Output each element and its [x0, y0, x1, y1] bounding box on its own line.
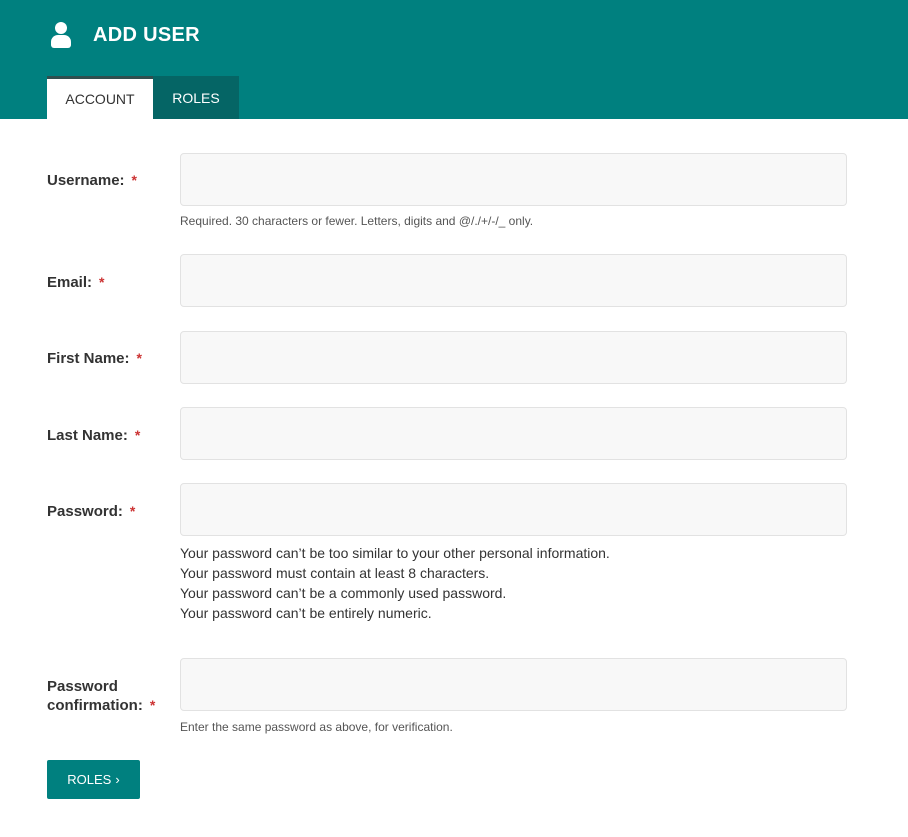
- chevron-right-icon: ›: [115, 772, 120, 787]
- first-name-label: First Name: *: [47, 349, 142, 368]
- password-confirmation-label: Password confirmation: *: [47, 677, 155, 715]
- required-marker: *: [136, 350, 142, 366]
- roles-button-label: ROLES: [67, 772, 112, 787]
- password-help-item: Your password must contain at least 8 ch…: [180, 565, 490, 581]
- password-label-text: Password:: [47, 503, 123, 520]
- password-help-item: Your password can’t be a commonly used p…: [180, 585, 507, 601]
- first-name-label-text: First Name:: [47, 350, 130, 367]
- required-marker: *: [99, 274, 105, 290]
- page-title: ADD USER: [93, 23, 200, 46]
- username-label: Username: *: [47, 171, 137, 190]
- tab-account[interactable]: ACCOUNT: [47, 76, 153, 119]
- first-name-input[interactable]: [180, 331, 847, 384]
- username-help-text: Required. 30 characters or fewer. Letter…: [180, 214, 534, 228]
- required-marker: *: [149, 697, 156, 713]
- password-label: Password: *: [47, 502, 135, 521]
- header-title-group: ADD USER: [48, 21, 200, 49]
- email-label-text: Email:: [47, 274, 93, 291]
- user-icon: [48, 21, 74, 49]
- password-help-item: Your password can’t be entirely numeric.: [180, 605, 432, 621]
- password-confirmation-input[interactable]: [180, 658, 847, 711]
- password-confirmation-label-line2-wrap: confirmation: *: [47, 696, 155, 715]
- required-marker: *: [134, 427, 141, 443]
- password-confirmation-label-line1: Password: [47, 678, 118, 695]
- page-header: ADD USER ACCOUNT ROLES: [0, 0, 908, 119]
- tab-roles[interactable]: ROLES: [153, 76, 239, 119]
- email-label: Email: *: [47, 273, 104, 292]
- roles-next-button[interactable]: ROLES ›: [47, 760, 140, 799]
- tab-bar: ACCOUNT ROLES: [47, 76, 239, 119]
- required-marker: *: [131, 172, 137, 188]
- email-input[interactable]: [180, 254, 847, 307]
- required-marker: *: [129, 503, 136, 519]
- username-input[interactable]: [180, 153, 847, 206]
- password-input[interactable]: [180, 483, 847, 536]
- last-name-label: Last Name: *: [47, 426, 140, 445]
- password-help-list: Your password can’t be too similar to yo…: [180, 543, 610, 623]
- password-help-item: Your password can’t be too similar to yo…: [180, 545, 610, 561]
- last-name-label-text: Last Name:: [47, 427, 128, 444]
- username-label-text: Username:: [47, 172, 125, 189]
- password-confirmation-help-text: Enter the same password as above, for ve…: [180, 720, 453, 734]
- password-confirmation-label-line2: confirmation:: [47, 697, 143, 714]
- last-name-input[interactable]: [180, 407, 847, 460]
